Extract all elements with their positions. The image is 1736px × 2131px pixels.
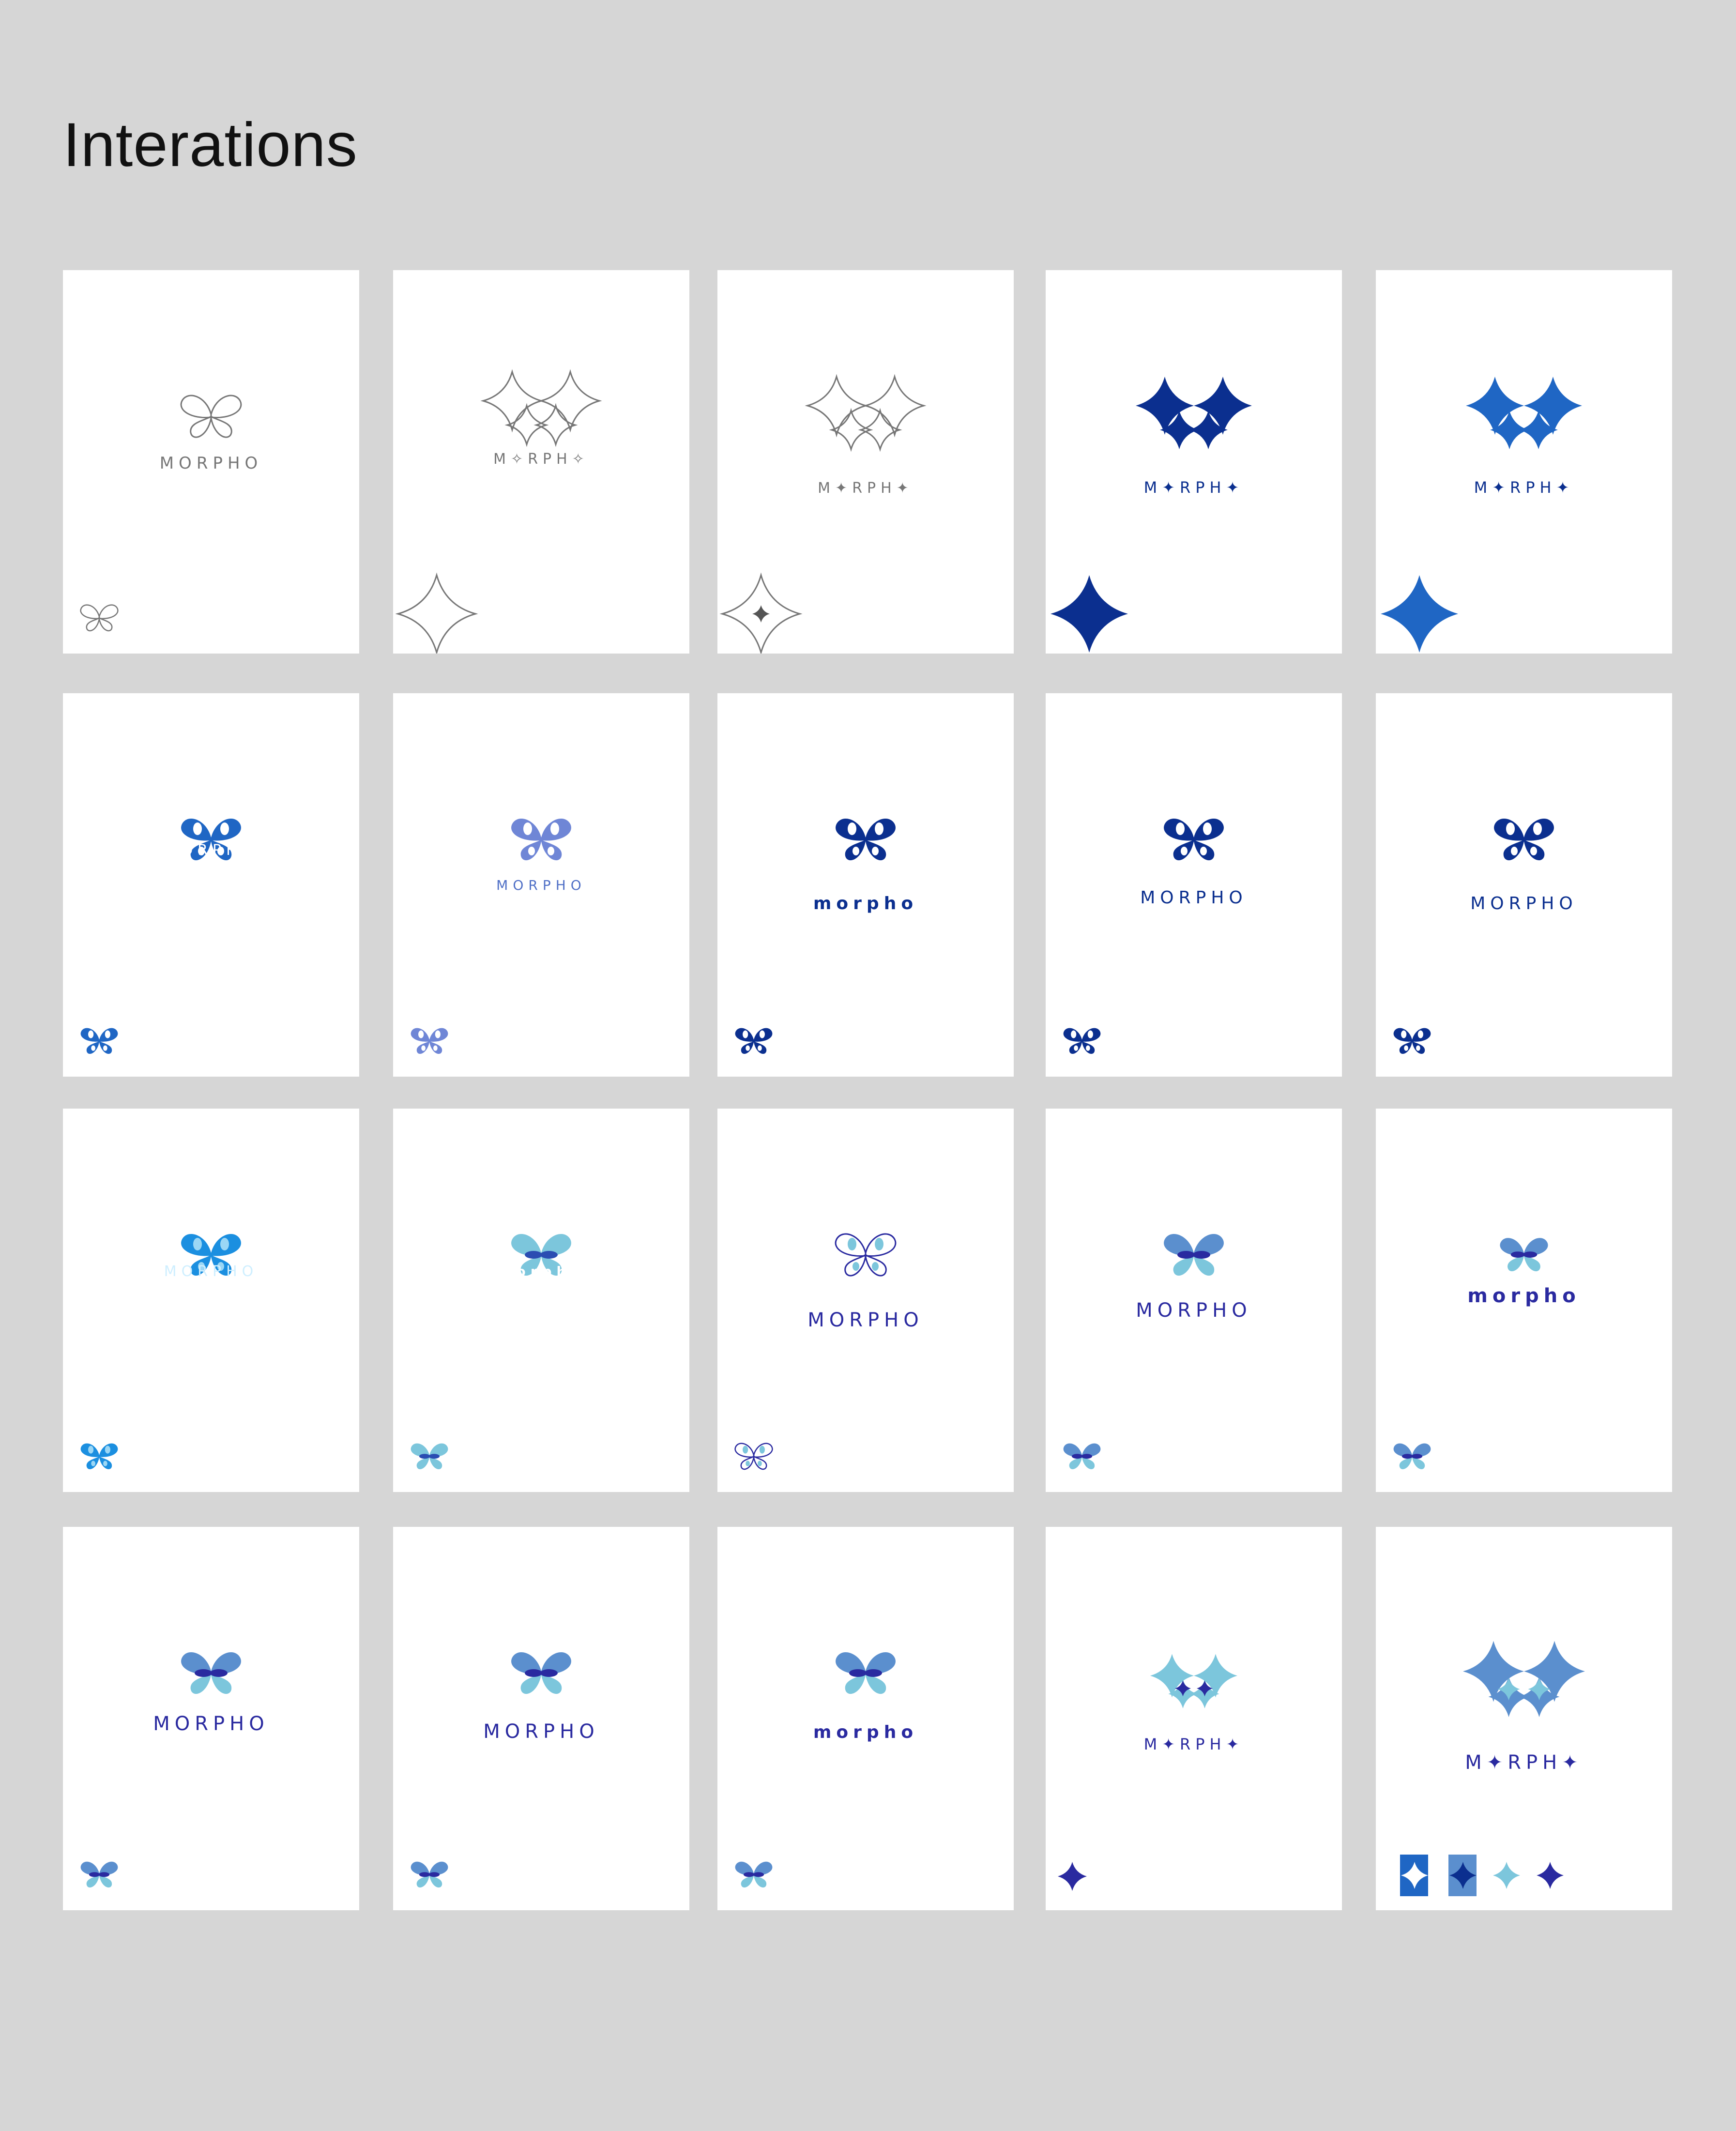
iteration-card[interactable]: M✦RPH✦: [1046, 1527, 1342, 1910]
wordmark: M✦RPH✦: [1144, 1735, 1244, 1753]
butterfly-outline-icon: MORPHO: [80, 395, 263, 632]
iteration-card[interactable]: MORPHO: [63, 270, 359, 654]
iteration-card[interactable]: morpho: [1376, 1109, 1672, 1492]
iteration-card[interactable]: M✦RPH✦: [1376, 270, 1672, 654]
iteration-card[interactable]: M✦RPH✦: [1376, 1527, 1672, 1910]
star-butterfly-blue-icon: M✦RPH✦: [1381, 377, 1582, 653]
wordmark: MORPHO: [164, 842, 259, 859]
butterfly-bright-icon: MORPHO: [80, 1234, 259, 1469]
butterfly-layered-icon: morpho: [735, 1652, 918, 1887]
butterfly-layered-icon: morpho: [411, 1234, 585, 1469]
butterfly-outline-blue-icon: MORPHO: [734, 1233, 923, 1470]
wordmark: morpho: [813, 1722, 918, 1742]
wordmark: M✦RPH✦: [1474, 478, 1574, 497]
wordmark: MORPHO: [483, 1720, 599, 1743]
wordmark: MORPHO: [1140, 888, 1248, 908]
iteration-card[interactable]: MORPHO: [63, 1109, 359, 1492]
iteration-card[interactable]: MORPHO: [1046, 1109, 1342, 1492]
iteration-card[interactable]: MORPHO: [717, 1109, 1014, 1492]
iteration-card[interactable]: MORPHO: [1376, 693, 1672, 1077]
star-cluster-icon: M✦RPH✦: [1058, 1654, 1244, 1891]
wordmark: MORPHO: [160, 454, 263, 473]
iteration-card[interactable]: M✧RPH✧: [393, 270, 689, 654]
iteration-card[interactable]: MORPHO: [393, 693, 689, 1077]
iteration-card[interactable]: MORPHO: [63, 1527, 359, 1910]
wordmark: MORPHO: [164, 1263, 259, 1280]
wordmark: M✦RPH✦: [1144, 478, 1244, 497]
iteration-card[interactable]: M✦RPH✦: [717, 270, 1014, 654]
butterfly-blue-icon: MORPHO: [80, 819, 259, 1054]
butterfly-layered-icon: MORPHO: [80, 1652, 269, 1887]
butterfly-layered-icon: morpho: [1393, 1238, 1580, 1469]
wordmark: M✦RPH✦: [818, 480, 914, 497]
iteration-card[interactable]: MORPHO: [63, 693, 359, 1077]
iteration-card[interactable]: MORPHO: [393, 1527, 689, 1910]
iteration-card[interactable]: M✦RPH✦: [1046, 270, 1342, 654]
iteration-card[interactable]: MORPHO: [1046, 693, 1342, 1077]
butterfly-navy-icon: MORPHO: [1063, 819, 1248, 1054]
butterfly-layered-icon: MORPHO: [1063, 1234, 1251, 1469]
wordmark: M✧RPH✧: [493, 451, 589, 468]
wordmark: M✦RPH✦: [1465, 1751, 1583, 1774]
wordmark: MORPHO: [807, 1309, 923, 1331]
iterations-grid: MORPHO M✧RPH✧ M✦RPH✦ M✦RPH✦ M✦RPH✦ MORPHO MORP…: [0, 0, 1736, 2131]
iteration-card[interactable]: morpho: [717, 1527, 1014, 1910]
star-butterfly-outline-icon: M✧RPH✧: [395, 369, 602, 654]
butterfly-navy-icon: MORPHO: [1393, 819, 1578, 1054]
wordmark: MORPHO: [496, 877, 586, 893]
wordmark: MORPHO: [153, 1713, 269, 1735]
wordmark: MORPHO: [1470, 894, 1578, 913]
wordmark: morpho: [497, 1263, 585, 1279]
wordmark: morpho: [1467, 1285, 1580, 1307]
star-butterfly-outline-icon: M✦RPH✦: [719, 374, 927, 654]
star-butterfly-navy-icon: M✦RPH✦: [1051, 377, 1252, 653]
wordmark: morpho: [813, 894, 918, 913]
wordmark: MORPHO: [1136, 1299, 1251, 1322]
butterfly-navy-icon: morpho: [735, 819, 918, 1054]
iteration-card[interactable]: morpho: [717, 693, 1014, 1077]
butterfly-layered-icon: MORPHO: [411, 1652, 599, 1887]
iteration-card[interactable]: morpho: [393, 1109, 689, 1492]
star-cluster-icon: M✦RPH✦: [1400, 1641, 1585, 1896]
butterfly-gradient-icon: MORPHO: [411, 819, 586, 1054]
